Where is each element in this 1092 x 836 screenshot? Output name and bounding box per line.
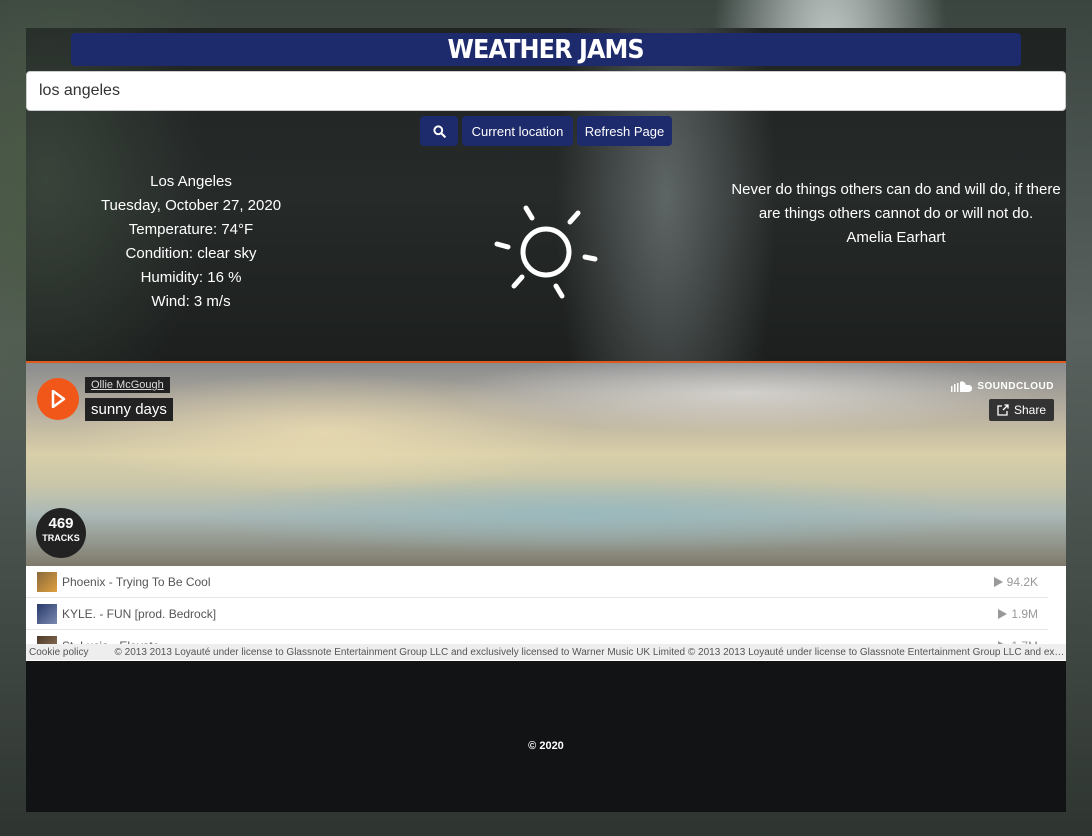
track-count-label: TRACKS — [42, 533, 80, 543]
refresh-page-button[interactable]: Refresh Page — [577, 116, 672, 146]
share-icon — [997, 404, 1009, 416]
play-count: 94.2K — [993, 574, 1038, 589]
playlist-title[interactable]: sunny days — [85, 398, 173, 421]
track-thumbnail — [37, 571, 57, 592]
soundcloud-logo[interactable]: SOUNDCLOUD — [951, 381, 1054, 392]
quote-text: Never do things others can do and will d… — [731, 181, 1061, 222]
cookie-policy-link[interactable]: Cookie policy — [29, 647, 88, 658]
search-icon — [432, 124, 446, 138]
app-title: WEATHER JAMS — [447, 34, 645, 65]
soundcloud-icon — [951, 381, 973, 392]
track-row[interactable]: KYLE. - FUN [prod. Bedrock] 1.9M — [26, 598, 1048, 630]
temperature: Temperature: 74°F — [128, 221, 254, 238]
weather-panel: WEATHER JAMS Current location Refresh Pa… — [26, 28, 1066, 361]
sun-icon — [494, 205, 598, 299]
track-thumbnail — [37, 603, 57, 624]
play-button[interactable] — [37, 378, 79, 420]
header-banner: WEATHER JAMS — [71, 33, 1021, 66]
share-button[interactable]: Share — [988, 399, 1054, 421]
play-count: 1.9M — [998, 607, 1038, 621]
track-name: Phoenix - Trying To Be Cool — [62, 574, 211, 589]
track-row[interactable]: Phoenix - Trying To Be Cool 94.2K — [26, 566, 1048, 598]
play-count-icon — [998, 608, 1008, 619]
track-name: KYLE. - FUN [prod. Bedrock] — [62, 606, 217, 621]
humidity: Humidity: 16 % — [140, 269, 242, 286]
app-container: WEATHER JAMS Current location Refresh Pa… — [26, 28, 1066, 812]
play-icon — [51, 390, 66, 408]
share-label: Share — [1013, 403, 1046, 417]
play-count-value: 94.2K — [1006, 574, 1038, 589]
city-search-input[interactable] — [26, 71, 1066, 111]
artist-link[interactable]: Ollie McGough — [85, 377, 170, 393]
city-name: Los Angeles — [150, 173, 232, 190]
player-footer: Cookie policy © 2013 2013 Loyauté under … — [26, 644, 1066, 660]
quote-author: Amelia Earhart — [846, 229, 946, 246]
page-footer-copyright: © 2020 — [528, 740, 564, 752]
track-count: 469 — [48, 515, 74, 532]
weather-date: Tuesday, October 27, 2020 — [100, 197, 282, 214]
current-location-button[interactable]: Current location — [462, 116, 573, 146]
track-copyright: © 2013 2013 Loyauté under license to Gla… — [114, 646, 1066, 658]
weather-info: Los Angeles Tuesday, October 27, 2020 Te… — [86, 170, 296, 314]
play-count-value: 1.9M — [1011, 606, 1038, 621]
condition: Condition: clear sky — [125, 245, 257, 262]
playlist-artwork: Ollie McGough sunny days SOUNDCLOUD Shar… — [26, 363, 1066, 566]
play-count-icon — [993, 576, 1003, 587]
wind: Wind: 3 m/s — [151, 293, 231, 310]
soundcloud-player: Ollie McGough sunny days SOUNDCLOUD Shar… — [26, 361, 1066, 661]
soundcloud-label: SOUNDCLOUD — [977, 381, 1054, 392]
quote: Never do things others can do and will d… — [726, 178, 1066, 250]
track-count-badge: 469 TRACKS — [36, 508, 86, 558]
search-button[interactable] — [420, 116, 458, 146]
